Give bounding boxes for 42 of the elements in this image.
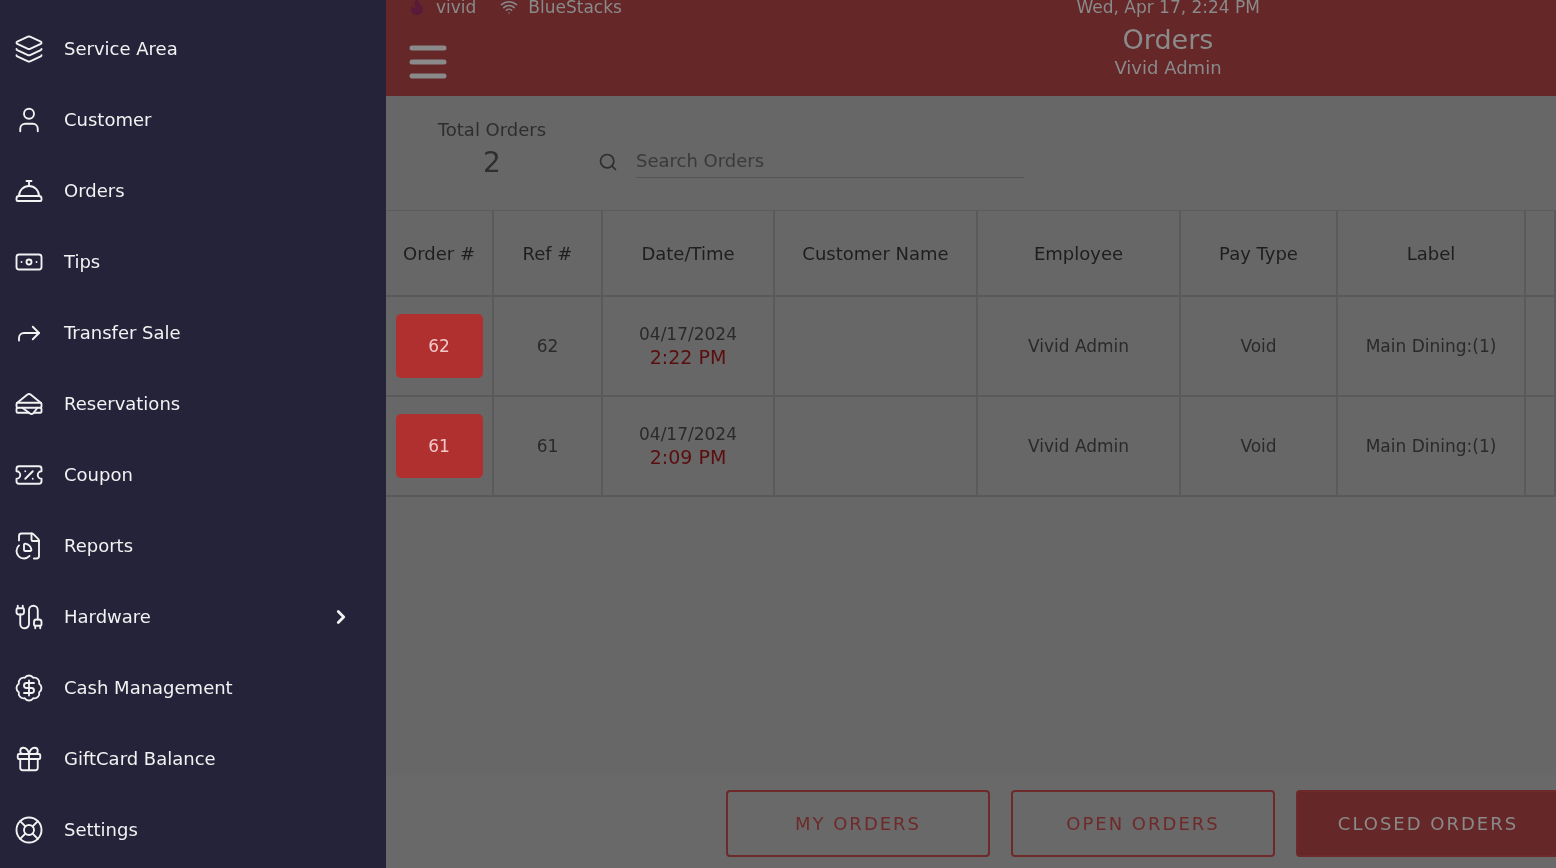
status-time: Wed, Apr 17, 2:24 PM xyxy=(1076,0,1260,17)
table-cell: Vivid Admin xyxy=(978,297,1181,397)
order-time: 2:09 PM xyxy=(649,445,727,469)
order-number-button[interactable]: 62 xyxy=(395,314,483,378)
dollar-icon xyxy=(14,672,44,703)
table-cell: Void xyxy=(1181,397,1338,497)
table-cell: 61 xyxy=(494,397,603,497)
layers-icon xyxy=(14,33,44,64)
column-header: Ref # xyxy=(494,211,603,297)
sidebar-item[interactable]: Coupon xyxy=(0,439,386,510)
sidebar-item[interactable]: Service Area xyxy=(0,13,386,84)
sidebar-item[interactable]: Customer xyxy=(0,84,386,155)
sidebar-item[interactable]: Settings xyxy=(0,794,386,865)
column-header: Customer Name xyxy=(775,211,978,297)
column-header: Employee xyxy=(978,211,1181,297)
sidebar-item[interactable]: GiftCard Balance xyxy=(0,723,386,794)
sidebar-item[interactable]: Reports xyxy=(0,510,386,581)
order-date: 04/17/2024 xyxy=(639,423,737,445)
search-icon xyxy=(598,152,618,172)
sidebar-item[interactable]: Tips xyxy=(0,226,386,297)
page-title: Orders xyxy=(1122,24,1214,56)
table-cell: Vivid Admin xyxy=(978,397,1181,497)
table-cell: Void xyxy=(1181,297,1338,397)
sidebar-item[interactable]: Cash Management xyxy=(0,652,386,723)
sidebar-item[interactable]: Reservations xyxy=(0,368,386,439)
sidebar-item[interactable]: Hardware xyxy=(0,581,386,652)
lifebuoy-icon xyxy=(14,814,44,845)
order-date: 04/17/2024 xyxy=(639,323,737,345)
column-header: Order # xyxy=(386,211,494,297)
network-name: BlueStacks xyxy=(528,0,622,17)
sidebar-item[interactable]: Transfer Sale xyxy=(0,297,386,368)
column-header: Pay Type xyxy=(1181,211,1338,297)
order-number-button[interactable]: 61 xyxy=(395,414,483,478)
table-cell: 62 xyxy=(494,297,603,397)
app-name: vivid xyxy=(436,0,477,17)
wifi-icon xyxy=(500,0,519,16)
page-subtitle: Vivid Admin xyxy=(1114,56,1222,80)
sidebar-item[interactable]: Orders xyxy=(0,155,386,226)
total-orders-label: Total Orders xyxy=(437,119,547,140)
column-header: Date/Time xyxy=(603,211,775,297)
order-time: 2:22 PM xyxy=(649,345,727,369)
total-orders-count: 2 xyxy=(483,146,501,179)
